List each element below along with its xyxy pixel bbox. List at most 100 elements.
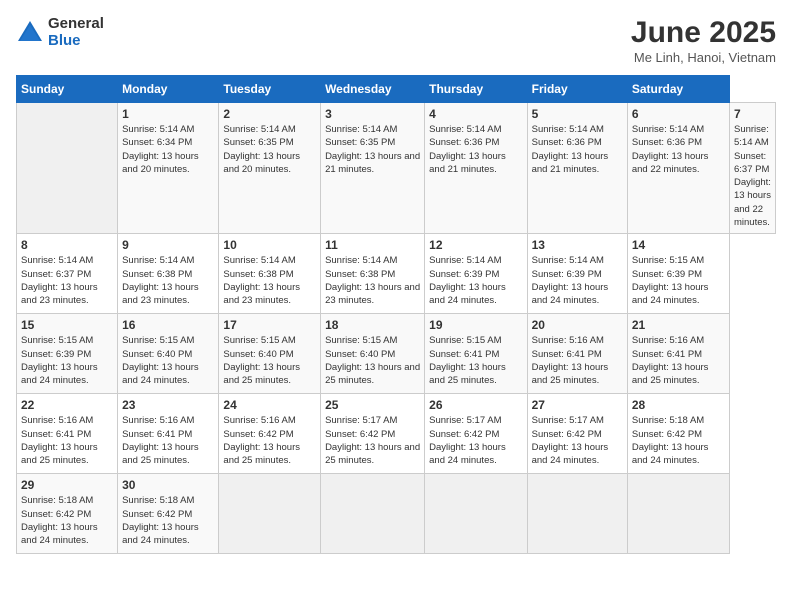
- day-info: Sunrise: 5:18 AMSunset: 6:42 PMDaylight:…: [632, 414, 725, 467]
- table-row: 18Sunrise: 5:15 AMSunset: 6:40 PMDayligh…: [321, 314, 425, 394]
- table-row: 29 Sunrise: 5:18 AMSunset: 6:42 PMDayligh…: [17, 474, 118, 554]
- day-number: 16: [122, 318, 214, 332]
- logo-general-text: General: [48, 16, 104, 33]
- day-info: Sunrise: 5:15 AMSunset: 6:41 PMDaylight:…: [429, 334, 522, 387]
- calendar-week-row: 8 Sunrise: 5:14 AMSunset: 6:37 PMDaylight…: [17, 234, 776, 314]
- day-number: 12: [429, 238, 522, 252]
- day-number: 17: [223, 318, 316, 332]
- day-number: 23: [122, 398, 214, 412]
- day-number: 9: [122, 238, 214, 252]
- table-row: 9 Sunrise: 5:14 AMSunset: 6:38 PMDaylight…: [118, 234, 219, 314]
- day-number: 3: [325, 107, 420, 121]
- calendar-week-row: 29 Sunrise: 5:18 AMSunset: 6:42 PMDayligh…: [17, 474, 776, 554]
- table-row: 16 Sunrise: 5:15 AMSunset: 6:40 PMDayligh…: [118, 314, 219, 394]
- day-info: Sunrise: 5:14 AMSunset: 6:36 PMDaylight:…: [429, 123, 522, 176]
- title-section: June 2025 Me Linh, Hanoi, Vietnam: [631, 16, 776, 65]
- day-info: Sunrise: 5:14 AMSunset: 6:37 PMDaylight:…: [21, 254, 113, 307]
- day-info: Sunrise: 5:16 AMSunset: 6:41 PMDaylight:…: [532, 334, 623, 387]
- day-info: Sunrise: 5:15 AMSunset: 6:39 PMDaylight:…: [632, 254, 725, 307]
- calendar-header: Sunday Monday Tuesday Wednesday Thursday…: [17, 76, 776, 103]
- table-row: 28 Sunrise: 5:18 AMSunset: 6:42 PMDayligh…: [627, 394, 729, 474]
- table-row: 22 Sunrise: 5:16 AMSunset: 6:41 PMDayligh…: [17, 394, 118, 474]
- header-saturday: Saturday: [627, 76, 729, 103]
- day-number: 5: [532, 107, 623, 121]
- day-info: Sunrise: 5:17 AMSunset: 6:42 PMDaylight:…: [532, 414, 623, 467]
- header-friday: Friday: [527, 76, 627, 103]
- table-row: 17Sunrise: 5:15 AMSunset: 6:40 PMDayligh…: [219, 314, 321, 394]
- day-number: 11: [325, 238, 420, 252]
- calendar-table: Sunday Monday Tuesday Wednesday Thursday…: [16, 75, 776, 554]
- day-info: Sunrise: 5:16 AMSunset: 6:41 PMDaylight:…: [122, 414, 214, 467]
- page-header: General Blue June 2025 Me Linh, Hanoi, V…: [16, 16, 776, 65]
- logo-icon: [16, 19, 44, 47]
- day-info: Sunrise: 5:17 AMSunset: 6:42 PMDaylight:…: [325, 414, 420, 467]
- table-row: 5 Sunrise: 5:14 AMSunset: 6:36 PMDaylight…: [527, 103, 627, 234]
- day-info: Sunrise: 5:14 AMSunset: 6:37 PMDaylight:…: [734, 123, 771, 229]
- table-row: 11Sunrise: 5:14 AMSunset: 6:38 PMDayligh…: [321, 234, 425, 314]
- day-number: 22: [21, 398, 113, 412]
- table-row: 10 Sunrise: 5:14 AMSunset: 6:38 PMDayligh…: [219, 234, 321, 314]
- table-row: 30Sunrise: 5:18 AMSunset: 6:42 PMDayligh…: [118, 474, 219, 554]
- day-number: 27: [532, 398, 623, 412]
- table-row: 7 Sunrise: 5:14 AMSunset: 6:37 PMDaylight…: [729, 103, 775, 234]
- day-number: 25: [325, 398, 420, 412]
- day-number: 7: [734, 107, 771, 121]
- day-info: Sunrise: 5:15 AMSunset: 6:40 PMDaylight:…: [325, 334, 420, 387]
- day-info: Sunrise: 5:14 AMSunset: 6:39 PMDaylight:…: [429, 254, 522, 307]
- table-row: 4 Sunrise: 5:14 AMSunset: 6:36 PMDaylight…: [425, 103, 527, 234]
- table-row: 20 Sunrise: 5:16 AMSunset: 6:41 PMDayligh…: [527, 314, 627, 394]
- weekday-header-row: Sunday Monday Tuesday Wednesday Thursday…: [17, 76, 776, 103]
- day-number: 19: [429, 318, 522, 332]
- day-number: 20: [532, 318, 623, 332]
- table-row: [627, 474, 729, 554]
- day-number: 29: [21, 478, 113, 492]
- calendar-week-row: 1Sunrise: 5:14 AMSunset: 6:34 PMDaylight…: [17, 103, 776, 234]
- header-monday: Monday: [118, 76, 219, 103]
- logo: General Blue: [16, 16, 104, 49]
- table-row: 19 Sunrise: 5:15 AMSunset: 6:41 PMDayligh…: [425, 314, 527, 394]
- day-info: Sunrise: 5:14 AMSunset: 6:36 PMDaylight:…: [632, 123, 725, 176]
- table-row: [527, 474, 627, 554]
- day-info: Sunrise: 5:16 AMSunset: 6:41 PMDaylight:…: [21, 414, 113, 467]
- day-number: 28: [632, 398, 725, 412]
- header-sunday: Sunday: [17, 76, 118, 103]
- table-row: 24 Sunrise: 5:16 AMSunset: 6:42 PMDayligh…: [219, 394, 321, 474]
- table-row: [321, 474, 425, 554]
- day-info: Sunrise: 5:15 AMSunset: 6:40 PMDaylight:…: [122, 334, 214, 387]
- day-info: Sunrise: 5:16 AMSunset: 6:41 PMDaylight:…: [632, 334, 725, 387]
- day-number: 21: [632, 318, 725, 332]
- table-row: [219, 474, 321, 554]
- table-row: [17, 103, 118, 234]
- header-thursday: Thursday: [425, 76, 527, 103]
- table-row: 2Sunrise: 5:14 AMSunset: 6:35 PMDaylight…: [219, 103, 321, 234]
- day-number: 14: [632, 238, 725, 252]
- day-info: Sunrise: 5:14 AMSunset: 6:36 PMDaylight:…: [532, 123, 623, 176]
- day-info: Sunrise: 5:17 AMSunset: 6:42 PMDaylight:…: [429, 414, 522, 467]
- table-row: 23 Sunrise: 5:16 AMSunset: 6:41 PMDayligh…: [118, 394, 219, 474]
- day-number: 1: [122, 107, 214, 121]
- calendar-week-row: 15Sunrise: 5:15 AMSunset: 6:39 PMDayligh…: [17, 314, 776, 394]
- table-row: 26 Sunrise: 5:17 AMSunset: 6:42 PMDayligh…: [425, 394, 527, 474]
- table-row: 25 Sunrise: 5:17 AMSunset: 6:42 PMDayligh…: [321, 394, 425, 474]
- table-row: 8 Sunrise: 5:14 AMSunset: 6:37 PMDaylight…: [17, 234, 118, 314]
- table-row: 13Sunrise: 5:14 AMSunset: 6:39 PMDayligh…: [527, 234, 627, 314]
- day-number: 6: [632, 107, 725, 121]
- header-wednesday: Wednesday: [321, 76, 425, 103]
- day-number: 24: [223, 398, 316, 412]
- day-info: Sunrise: 5:14 AMSunset: 6:38 PMDaylight:…: [122, 254, 214, 307]
- day-number: 8: [21, 238, 113, 252]
- calendar-subtitle: Me Linh, Hanoi, Vietnam: [631, 50, 776, 65]
- calendar-body: 1Sunrise: 5:14 AMSunset: 6:34 PMDaylight…: [17, 103, 776, 554]
- table-row: 15Sunrise: 5:15 AMSunset: 6:39 PMDayligh…: [17, 314, 118, 394]
- day-info: Sunrise: 5:18 AMSunset: 6:42 PMDaylight:…: [21, 494, 113, 547]
- day-number: 4: [429, 107, 522, 121]
- day-number: 10: [223, 238, 316, 252]
- day-number: 26: [429, 398, 522, 412]
- calendar-title: June 2025: [631, 16, 776, 50]
- table-row: 12 Sunrise: 5:14 AMSunset: 6:39 PMDayligh…: [425, 234, 527, 314]
- table-row: [425, 474, 527, 554]
- logo-blue-text: Blue: [48, 33, 104, 50]
- day-info: Sunrise: 5:16 AMSunset: 6:42 PMDaylight:…: [223, 414, 316, 467]
- day-number: 15: [21, 318, 113, 332]
- day-info: Sunrise: 5:14 AMSunset: 6:38 PMDaylight:…: [223, 254, 316, 307]
